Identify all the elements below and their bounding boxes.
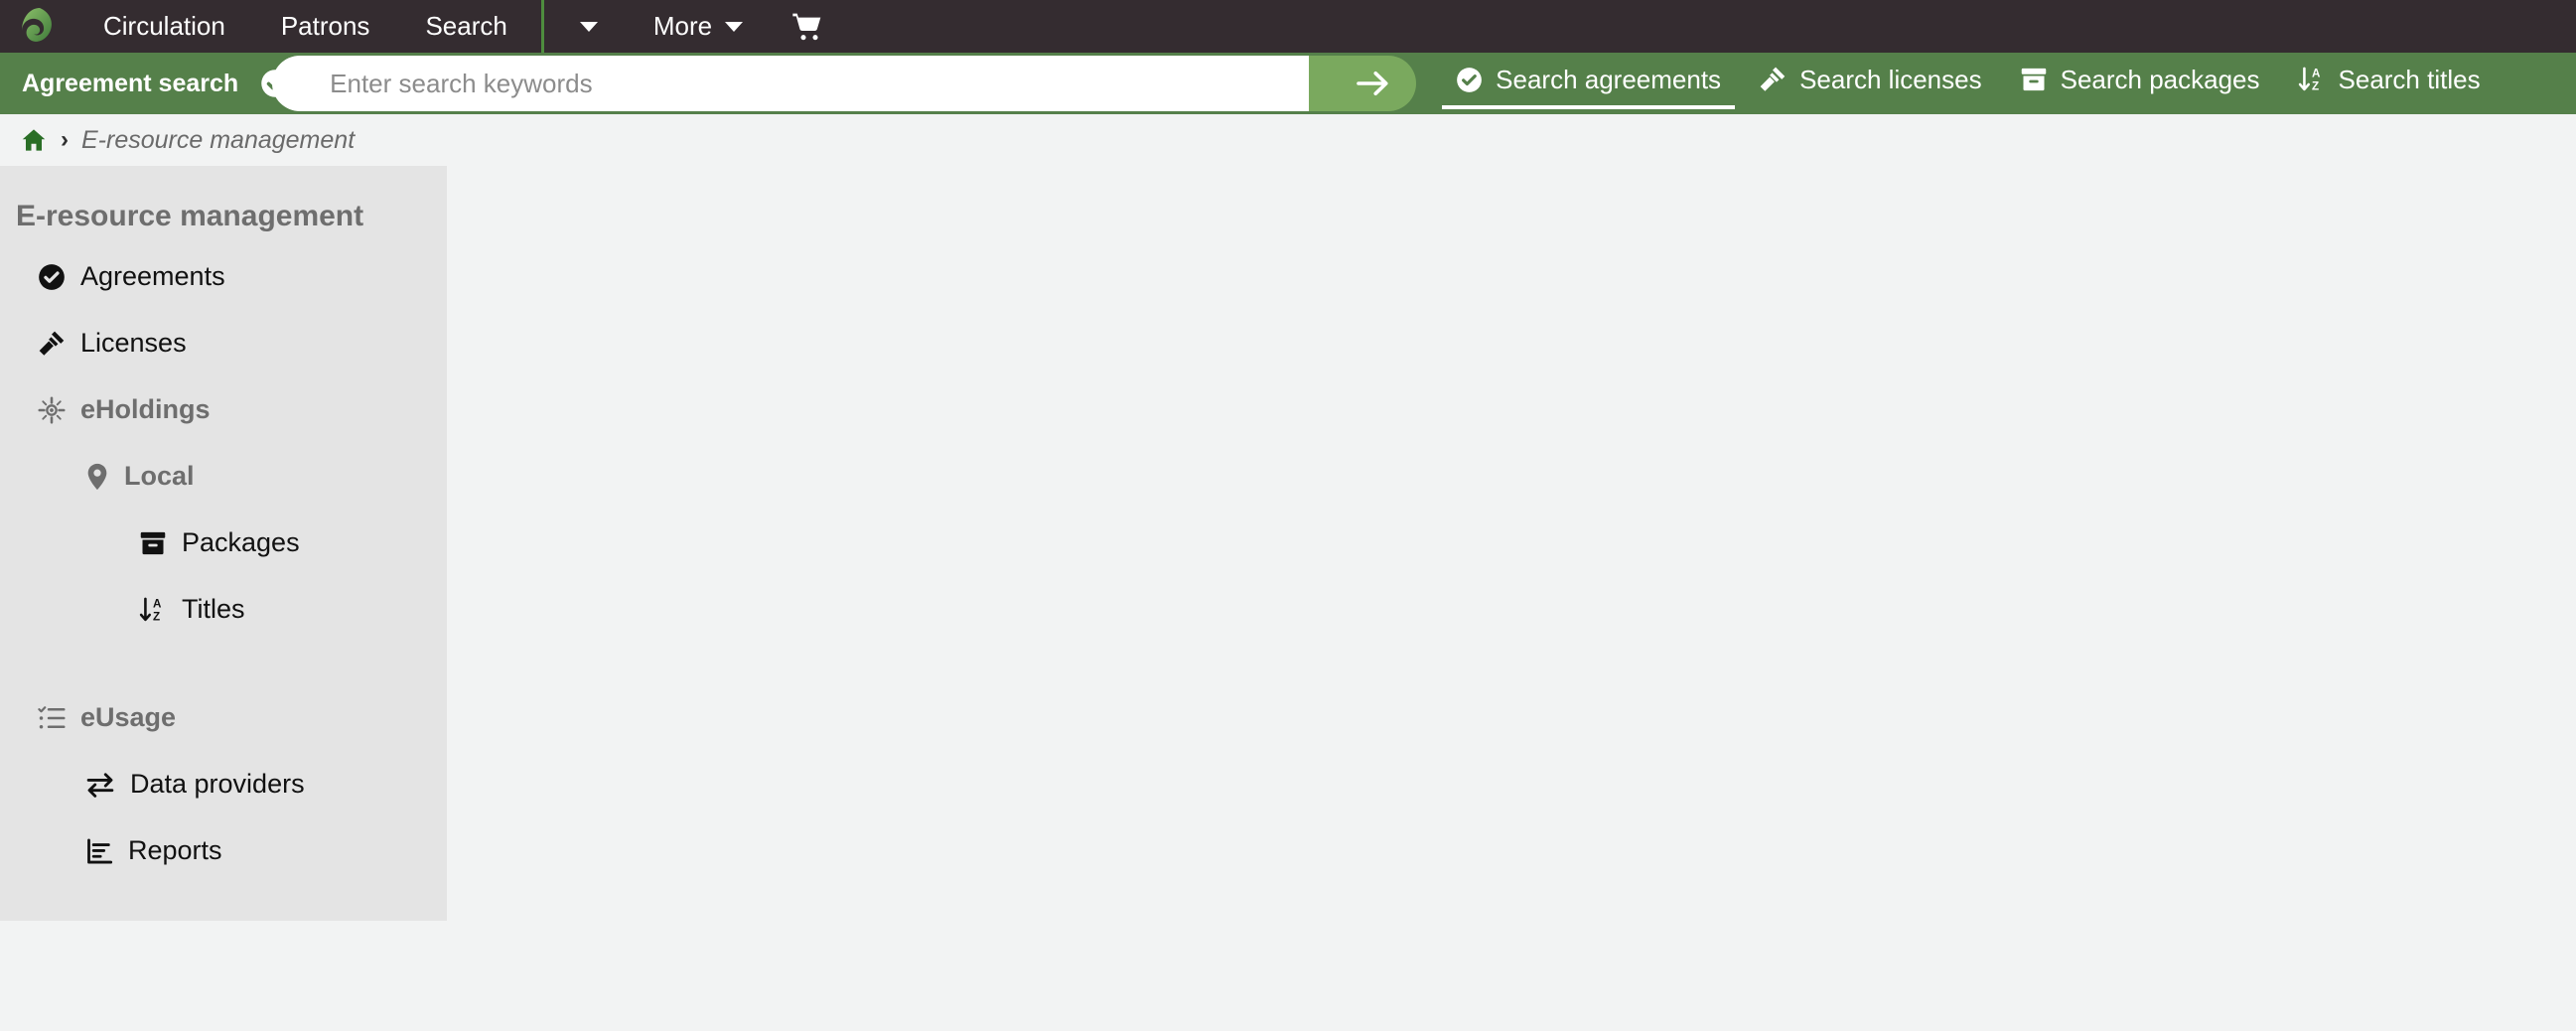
sidebar: E-resource management Agreements Licenses… (0, 166, 447, 921)
arrow-right-icon (1357, 72, 1388, 95)
archive-box-icon (139, 529, 167, 557)
nav-divider (540, 0, 544, 53)
sidebar-item-agreements[interactable]: Agreements (0, 243, 447, 310)
check-circle-icon (38, 263, 66, 291)
breadcrumb-separator: › (61, 126, 69, 153)
bar-chart-icon (85, 837, 113, 865)
chevron-down-icon (725, 21, 744, 32)
shopping-cart-icon (792, 13, 821, 40)
tab-search-agreements-label: Search agreements (1496, 64, 1722, 94)
nav-link-patrons[interactable]: Patrons (253, 0, 398, 53)
agreement-search-pill-label: Agreement search (22, 69, 239, 97)
archive-box-icon (2020, 66, 2048, 93)
tab-search-titles-label: Search titles (2338, 64, 2481, 94)
crosshair-icon (38, 395, 66, 424)
sidebar-item-label: Reports (128, 835, 222, 865)
gavel-icon (38, 330, 66, 358)
sidebar-item-label: Licenses (80, 328, 187, 358)
sidebar-item-eholdings[interactable]: eHoldings (0, 376, 447, 443)
sidebar-title: E-resource management (16, 200, 364, 232)
folio-leaf-logo-icon (22, 7, 52, 42)
sidebar-item-licenses[interactable]: Licenses (0, 310, 447, 376)
top-navigation-bar: Circulation Patrons Search More (0, 0, 2576, 53)
agreement-search-pill[interactable]: Agreement search (0, 53, 316, 114)
search-scope-tabs: Search agreements Search licenses Search… (1442, 59, 2494, 109)
sort-az-icon: A Z (2298, 66, 2326, 93)
sidebar-item-reports[interactable]: Reports (0, 817, 447, 884)
search-input-wrapper (272, 56, 1340, 111)
tab-search-licenses[interactable]: Search licenses (1745, 59, 1996, 109)
svg-text:Z: Z (2312, 80, 2319, 93)
svg-text:Z: Z (153, 610, 160, 623)
gavel-icon (1759, 66, 1787, 93)
nav-more-menu[interactable]: More (628, 0, 769, 53)
chevron-down-icon (579, 21, 598, 32)
breadcrumb: › E-resource management (0, 114, 2576, 166)
sidebar-item-label: Data providers (130, 769, 305, 799)
sidebar-item-data-providers[interactable]: Data providers (0, 751, 447, 817)
map-pin-icon (85, 463, 109, 491)
nav-link-search[interactable]: Search (397, 0, 534, 53)
nav-more-label: More (652, 11, 713, 41)
nav-link-circulation[interactable]: Circulation (75, 0, 253, 53)
shopping-cart-button[interactable] (769, 0, 846, 53)
sidebar-item-titles[interactable]: A Z Titles (0, 576, 447, 643)
sort-az-icon: AZ (139, 596, 167, 624)
sidebar-group-spacer (0, 643, 447, 684)
svg-text:A: A (2312, 68, 2321, 80)
nav-overflow-button[interactable] (550, 0, 628, 53)
tab-search-agreements[interactable]: Search agreements (1442, 59, 1736, 109)
page-content: E-resource management Agreements Licenses… (0, 166, 2576, 977)
tab-search-packages[interactable]: Search packages (2006, 59, 2274, 109)
tab-search-licenses-label: Search licenses (1799, 64, 1982, 94)
main-content-pane (447, 166, 2576, 977)
checklist-icon (38, 705, 66, 731)
exchange-icon (85, 772, 115, 798)
sidebar-item-label: eHoldings (80, 394, 211, 424)
tab-search-titles[interactable]: A Z Search titles (2284, 59, 2495, 109)
sidebar-item-local[interactable]: Local (0, 443, 447, 510)
sidebar-item-eusage[interactable]: eUsage (0, 684, 447, 751)
search-bar: Agreement search Search agreements (0, 53, 2576, 114)
svg-text:A: A (153, 597, 162, 610)
sidebar-item-label: Local (124, 461, 195, 491)
folio-leaf-logo[interactable] (14, 5, 62, 49)
home-icon[interactable] (20, 127, 48, 153)
sidebar-item-label: Packages (182, 527, 300, 557)
tab-search-packages-label: Search packages (2060, 64, 2260, 94)
sidebar-item-packages[interactable]: Packages (0, 510, 447, 576)
breadcrumb-current: E-resource management (81, 125, 356, 154)
sidebar-item-list: Agreements Licenses eHoldings Local Packages… (0, 243, 447, 884)
sidebar-item-label: eUsage (80, 702, 177, 732)
search-input[interactable] (316, 56, 1340, 111)
sidebar-item-label: Titles (182, 594, 245, 624)
check-circle-icon (1456, 67, 1483, 93)
sidebar-item-label: Agreements (80, 261, 225, 291)
